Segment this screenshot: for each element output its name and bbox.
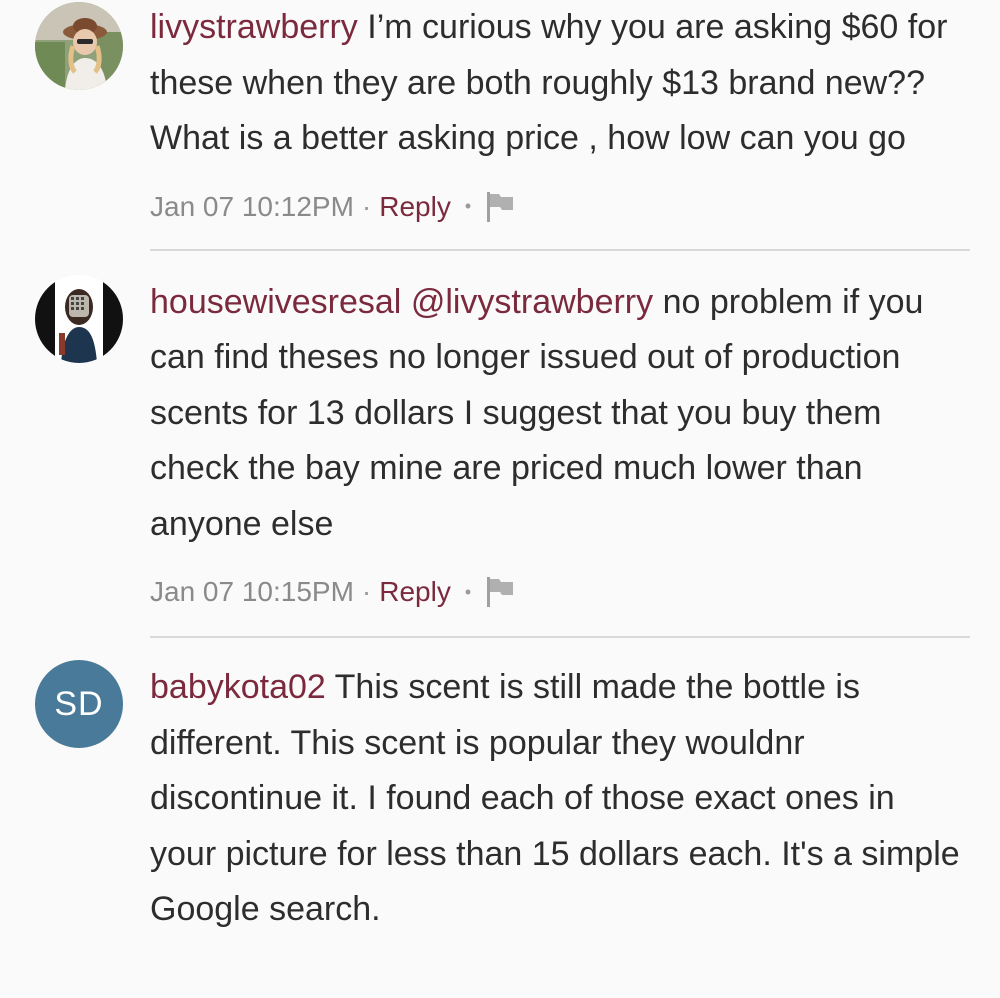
avatar[interactable] [35,2,123,90]
reply-link[interactable]: Reply [379,191,451,223]
meta-dot: • [464,196,472,216]
comment-text: This scent is still made the bottle is d… [150,668,960,928]
comment-body: babykota02 This scent is still made the … [150,660,1000,938]
avatar[interactable]: SD [35,660,123,748]
meta-separator: · [361,190,372,222]
comment-body: livystrawberry I’m curious why you are a… [150,0,1000,227]
comment-meta: Jan 07 10:15PM · Reply • [150,572,970,612]
comment-text-block: housewivesresal @livystrawberry no probl… [150,275,970,553]
meta-separator: · [361,576,372,607]
reply-link[interactable]: Reply [379,576,451,608]
comment-text-block: babykota02 This scent is still made the … [150,660,970,938]
timestamp: Jan 07 10:15PM [150,576,354,607]
avatar[interactable] [35,274,123,363]
mention-link[interactable]: @livystrawberry [411,283,653,321]
flag-icon[interactable] [485,575,515,609]
comment-body: housewivesresal @livystrawberry no probl… [150,275,1000,613]
comment-item: livystrawberry I’m curious why you are a… [0,0,1000,227]
timestamp: Jan 07 10:12PM [150,190,354,222]
username-link[interactable]: housewivesresal [150,283,401,321]
comment-feed: livystrawberry I’m curious why you are a… [0,0,1000,998]
flag-icon[interactable] [485,190,515,224]
username-link[interactable]: livystrawberry [150,8,358,46]
comment-item: SD babykota02 This scent is still made t… [0,660,1000,938]
comment-text: no problem if you can find theses no lon… [150,282,924,543]
comment-text-block: livystrawberry I’m curious why you are a… [150,0,970,167]
divider [150,248,970,251]
comment-meta: Jan 07 10:12PM · Reply • [150,187,970,227]
avatar-initials: SD [54,684,104,723]
comment-item: housewivesresal @livystrawberry no probl… [0,274,1000,613]
divider [150,636,970,638]
username-link[interactable]: babykota02 [150,668,326,706]
meta-dot: • [464,581,472,602]
